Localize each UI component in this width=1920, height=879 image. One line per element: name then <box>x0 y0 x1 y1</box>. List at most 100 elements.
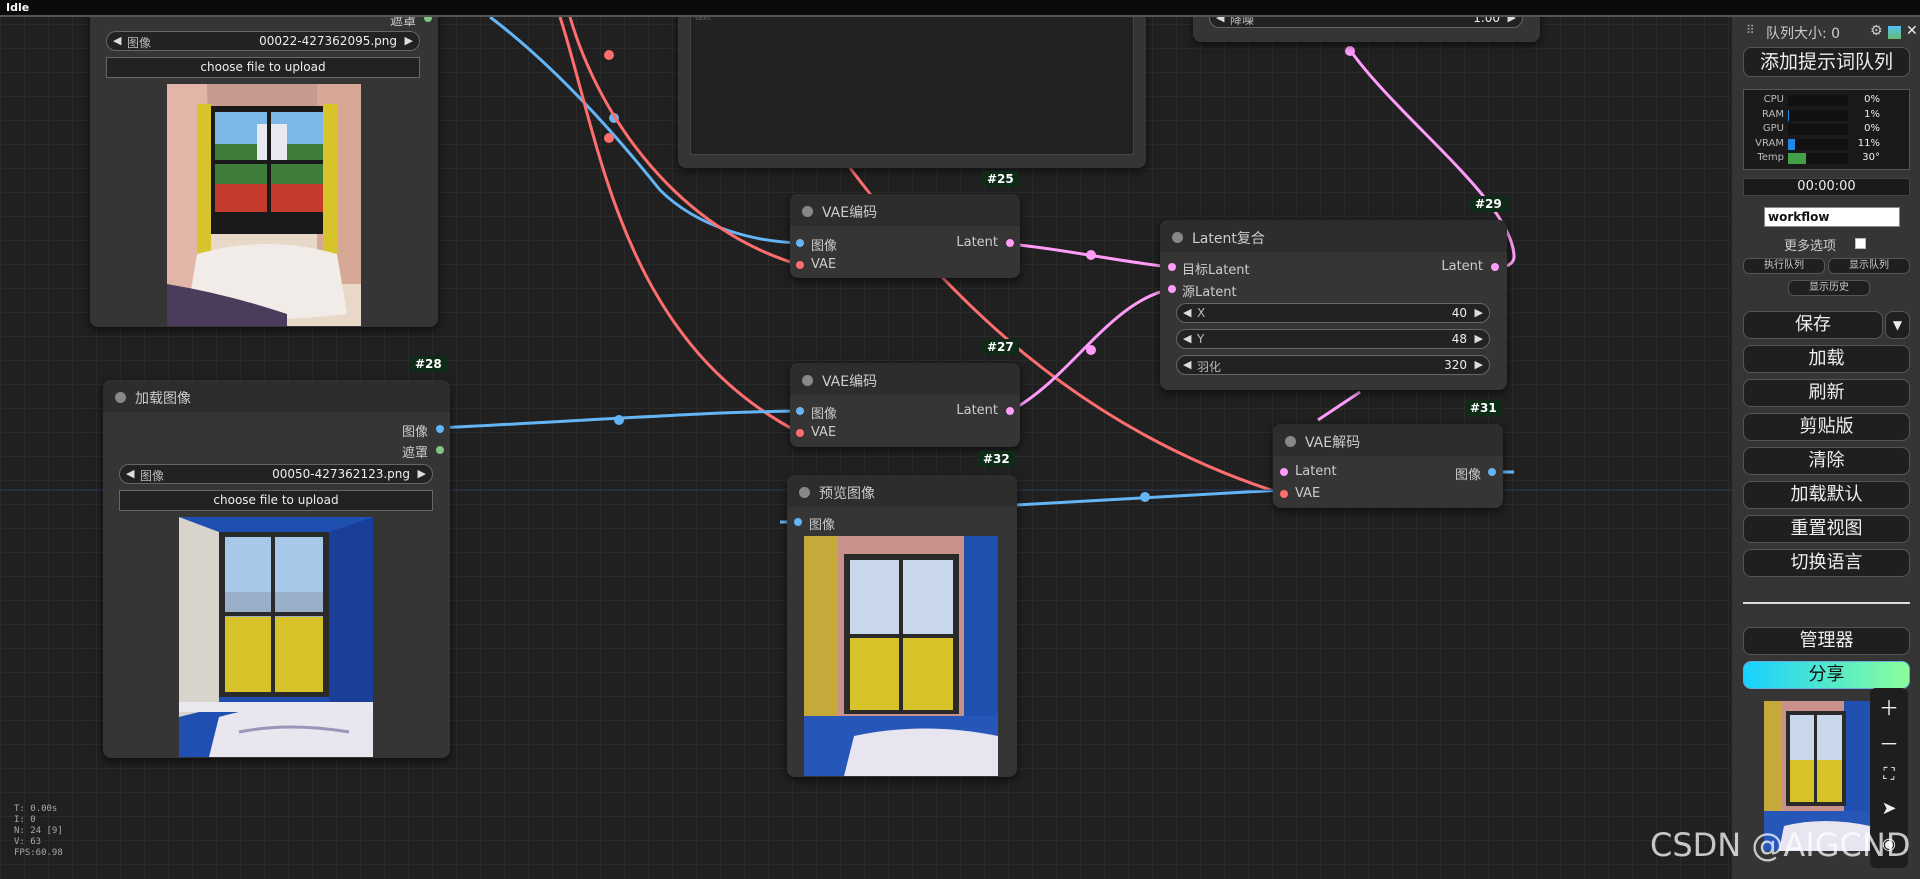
node-title-bar[interactable]: VAE编码 <box>790 194 1020 226</box>
image-input-pin[interactable] <box>796 407 804 415</box>
node-id-badge: #28 <box>410 356 447 372</box>
output-label: 图像 <box>1454 468 1481 483</box>
text-node[interactable]: text <box>678 0 1146 168</box>
text-area[interactable]: text <box>690 0 1134 155</box>
right-arrow-icon[interactable]: ▶ <box>1475 332 1483 345</box>
right-arrow-icon[interactable]: ▶ <box>418 467 426 480</box>
close-icon[interactable]: ✕ <box>1906 23 1918 39</box>
vae-decode-node-31[interactable]: VAE解码 Latent VAE 图像 <box>1273 424 1503 508</box>
upload-button[interactable]: choose file to upload <box>106 57 420 78</box>
node-title-bar[interactable]: VAE解码 <box>1273 424 1503 456</box>
more-options-label: 更多选项 <box>1784 239 1837 254</box>
node-title-bar[interactable]: 预览图像 <box>787 475 1017 507</box>
monitor-value: 0% <box>1864 94 1880 105</box>
show-history-button[interactable]: 显示历史 <box>1788 280 1870 296</box>
right-arrow-icon[interactable]: ▶ <box>1475 306 1483 319</box>
latent-composite-node-29[interactable]: Latent复合 目标Latent 源Latent Latent ◀ X 40 … <box>1160 220 1507 390</box>
node-title-bar[interactable]: VAE编码 <box>790 363 1020 395</box>
clipspace-button[interactable]: 剪贴版 <box>1743 413 1910 441</box>
stat-line: FPS:60.98 <box>14 848 63 858</box>
mask-output-pin[interactable] <box>436 446 444 454</box>
stat-line: I: 0 <box>14 815 36 825</box>
image-input-pin[interactable] <box>796 239 804 247</box>
right-arrow-icon[interactable]: ▶ <box>1475 358 1483 371</box>
save-button[interactable]: 保存 <box>1743 311 1883 339</box>
load-image-node-top[interactable]: 遮罩 ◀ 图像 00022-427362095.png ▶ choose fil… <box>90 0 438 327</box>
left-arrow-icon[interactable]: ◀ <box>1183 332 1191 345</box>
image-select-widget[interactable]: ◀ 图像 00050-427362123.png ▶ <box>119 464 433 484</box>
node-title-bar[interactable]: 加载图像 <box>103 380 450 412</box>
preview-image-node-32[interactable]: 预览图像 图像 <box>787 475 1017 777</box>
zoom-out-icon[interactable]: － <box>1870 728 1908 757</box>
left-arrow-icon[interactable]: ◀ <box>1183 306 1191 319</box>
workflow-name-input[interactable]: workflow <box>1764 207 1900 227</box>
more-options-checkbox[interactable] <box>1855 238 1866 249</box>
load-button[interactable]: 加载 <box>1743 345 1910 373</box>
widget-label: 图像 <box>127 36 152 50</box>
monitor-bar-fill <box>1788 109 1789 121</box>
load-default-button[interactable]: 加载默认 <box>1743 481 1910 509</box>
image-output-pin[interactable] <box>1488 468 1496 476</box>
latent-output-pin[interactable] <box>1006 407 1014 415</box>
monitor-label: CPU <box>1763 94 1784 105</box>
feather-widget[interactable]: ◀ 羽化 320 ▶ <box>1176 355 1490 375</box>
upload-button[interactable]: choose file to upload <box>119 490 433 511</box>
image-input-pin[interactable] <box>794 518 802 526</box>
fit-view-icon[interactable]: ⛶ <box>1870 764 1908 784</box>
monitor-bar-fill <box>1788 138 1795 150</box>
save-dropdown-arrow-icon[interactable]: ▼ <box>1885 311 1910 339</box>
vae-input-pin[interactable] <box>1280 490 1288 498</box>
latent-input-pin[interactable] <box>1168 285 1176 293</box>
latent-input-pin[interactable] <box>1280 468 1288 476</box>
image-select-widget[interactable]: ◀ 图像 00022-427362095.png ▶ <box>106 31 420 51</box>
view-queue-button[interactable]: 执行队列 <box>1743 258 1825 274</box>
widget-value: 40 <box>1451 306 1467 320</box>
node-graph-canvas[interactable]: Idle 遮罩 ◀ 图像 00022-427362095.png ▶ choos… <box>0 0 1920 879</box>
output-label: 图像 <box>401 425 428 440</box>
switch-locale-button[interactable]: 切换语言 <box>1743 549 1910 577</box>
x-widget[interactable]: ◀ X 40 ▶ <box>1176 303 1490 323</box>
queue-prompt-button[interactable]: 添加提示词队列 <box>1743 47 1910 77</box>
y-widget[interactable]: ◀ Y 48 ▶ <box>1176 329 1490 349</box>
image-output-pin[interactable] <box>436 425 444 433</box>
vae-input-pin[interactable] <box>796 261 804 269</box>
share-button[interactable]: 分享 <box>1743 661 1910 689</box>
load-image-node-28[interactable]: 加载图像 图像 遮罩 ◀ 图像 00050-427362123.png ▶ ch… <box>103 380 450 758</box>
navigate-arrow-icon[interactable]: ➤ <box>1870 798 1908 819</box>
collapse-dot-icon[interactable] <box>799 487 810 498</box>
vae-encode-node-27[interactable]: VAE编码 图像 VAE Latent <box>790 363 1020 447</box>
collapse-dot-icon[interactable] <box>115 392 126 403</box>
show-queue-button[interactable]: 显示队列 <box>1828 258 1910 274</box>
collapse-dot-icon[interactable] <box>1285 436 1296 447</box>
zoom-in-icon[interactable]: ＋ <box>1870 692 1908 721</box>
monitor-bar <box>1788 124 1848 135</box>
image-icon[interactable] <box>1888 26 1901 39</box>
node-title-bar[interactable]: Latent复合 <box>1160 220 1507 252</box>
drag-handle-icon[interactable]: ⠿ <box>1746 23 1755 37</box>
collapse-dot-icon[interactable] <box>802 206 813 217</box>
right-arrow-icon[interactable]: ▶ <box>405 34 413 47</box>
left-arrow-icon[interactable]: ◀ <box>1183 358 1191 371</box>
collapse-dot-icon[interactable] <box>802 375 813 386</box>
left-arrow-icon[interactable]: ◀ <box>113 34 121 47</box>
left-arrow-icon[interactable]: ◀ <box>126 467 134 480</box>
output-label: Latent <box>956 403 998 418</box>
monitor-row: VRAM 11% <box>1744 138 1911 151</box>
gear-icon[interactable]: ⚙ <box>1870 23 1883 39</box>
latent-input-pin[interactable] <box>1168 263 1176 271</box>
node-id-badge: #32 <box>978 451 1015 467</box>
queue-size-label: 队列大小: 0 <box>1766 26 1841 42</box>
image-preview-bedroom-blue <box>179 517 373 757</box>
refresh-button[interactable]: 刷新 <box>1743 379 1910 407</box>
reset-view-button[interactable]: 重置视图 <box>1743 515 1910 543</box>
collapse-dot-icon[interactable] <box>1172 232 1183 243</box>
vae-input-pin[interactable] <box>796 429 804 437</box>
output-label: Latent <box>1441 259 1483 274</box>
widget-label: 羽化 <box>1197 360 1222 374</box>
latent-output-pin[interactable] <box>1006 239 1014 247</box>
input-label: 目标Latent <box>1182 263 1250 278</box>
vae-encode-node-25[interactable]: VAE编码 图像 VAE Latent <box>790 194 1020 278</box>
manager-button[interactable]: 管理器 <box>1743 627 1910 655</box>
clear-button[interactable]: 清除 <box>1743 447 1910 475</box>
latent-output-pin[interactable] <box>1491 263 1499 271</box>
